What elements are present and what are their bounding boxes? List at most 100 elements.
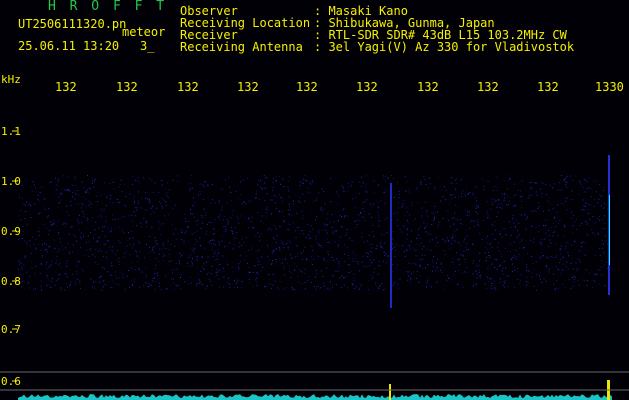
noise-dot bbox=[525, 281, 527, 282]
noise-dot bbox=[385, 175, 387, 177]
noise-dot bbox=[194, 248, 196, 250]
noise-dot bbox=[49, 284, 51, 286]
noise-dot bbox=[63, 226, 65, 228]
noise-dot bbox=[266, 193, 268, 195]
noise-dot bbox=[65, 247, 67, 249]
noise-dot bbox=[291, 288, 293, 290]
noise-dot bbox=[453, 274, 455, 276]
noise-dot bbox=[235, 190, 237, 192]
noise-dot bbox=[101, 289, 103, 291]
noise-dot bbox=[488, 252, 489, 253]
noise-dot bbox=[130, 230, 132, 232]
noise-dot bbox=[95, 241, 97, 243]
noise-dot bbox=[352, 198, 354, 200]
noise-dot bbox=[354, 255, 356, 257]
noise-dot bbox=[213, 233, 215, 235]
noise-dot bbox=[91, 286, 93, 288]
noise-dot bbox=[132, 237, 134, 239]
noise-dot bbox=[398, 207, 400, 209]
y-tick-label: 0.7 bbox=[1, 323, 21, 336]
noise-dot bbox=[602, 247, 603, 249]
noise-dot bbox=[548, 197, 550, 199]
noise-dot bbox=[376, 245, 378, 247]
noise-dot bbox=[256, 282, 257, 284]
noise-dot bbox=[545, 265, 547, 266]
noise-dot bbox=[558, 223, 560, 225]
noise-dot bbox=[323, 285, 325, 287]
noise-dot bbox=[368, 234, 370, 236]
noise-dot bbox=[501, 261, 503, 263]
noise-dot bbox=[132, 176, 133, 178]
noise-dot bbox=[43, 205, 45, 207]
noise-dot bbox=[147, 286, 149, 288]
noise-dot bbox=[504, 261, 506, 262]
noise-dot bbox=[117, 202, 119, 203]
noise-dot bbox=[120, 179, 122, 181]
noise-dot bbox=[361, 232, 363, 234]
noise-dot bbox=[114, 198, 116, 200]
noise-dot bbox=[357, 263, 359, 265]
noise-dot bbox=[100, 250, 102, 252]
noise-dot bbox=[453, 223, 455, 225]
noise-dot bbox=[500, 253, 502, 255]
noise-dot bbox=[437, 211, 439, 213]
noise-dot bbox=[301, 210, 303, 212]
noise-dot bbox=[128, 214, 130, 216]
noise-dot bbox=[91, 203, 93, 205]
noise-dot bbox=[355, 226, 357, 228]
noise-dot bbox=[85, 205, 87, 207]
noise-dot bbox=[545, 266, 547, 267]
time-tick-label: 1330 bbox=[595, 80, 624, 94]
noise-dot bbox=[503, 228, 505, 230]
noise-dot bbox=[179, 228, 181, 230]
noise-dot bbox=[103, 186, 105, 188]
noise-dot bbox=[67, 286, 68, 288]
noise-dot bbox=[294, 289, 296, 291]
noise-dot bbox=[208, 221, 210, 223]
noise-dot bbox=[95, 221, 97, 223]
noise-dot bbox=[565, 184, 567, 186]
noise-dot bbox=[406, 271, 408, 273]
noise-dot bbox=[89, 202, 91, 204]
noise-dot bbox=[65, 283, 67, 284]
noise-dot bbox=[561, 175, 563, 176]
noise-dot bbox=[98, 250, 100, 252]
noise-dot bbox=[326, 267, 328, 269]
noise-dot bbox=[175, 239, 177, 241]
noise-dot bbox=[258, 179, 260, 181]
noise-dot bbox=[411, 201, 413, 203]
noise-dot bbox=[260, 180, 262, 182]
noise-dot bbox=[59, 263, 61, 265]
noise-dot bbox=[386, 255, 388, 257]
noise-dot bbox=[441, 262, 442, 264]
noise-dot bbox=[123, 204, 125, 206]
noise-dot bbox=[548, 255, 550, 257]
noise-dot bbox=[145, 222, 147, 224]
noise-dot bbox=[576, 218, 578, 220]
noise-dot bbox=[288, 248, 290, 250]
noise-dot bbox=[232, 266, 234, 268]
noise-dot bbox=[77, 194, 79, 196]
noise-dot bbox=[170, 260, 172, 262]
noise-dot bbox=[338, 261, 340, 262]
noise-dot bbox=[406, 211, 408, 213]
noise-dot bbox=[48, 215, 50, 217]
noise-dot bbox=[271, 252, 273, 254]
noise-dot bbox=[582, 187, 584, 188]
noise-dot bbox=[310, 281, 312, 283]
noise-dot bbox=[152, 249, 154, 250]
noise-dot bbox=[492, 233, 493, 235]
noise-dot bbox=[544, 225, 546, 227]
noise-dot bbox=[241, 244, 243, 246]
noise-dot bbox=[286, 243, 288, 245]
noise-dot bbox=[137, 260, 139, 262]
noise-dot bbox=[20, 219, 22, 221]
noise-dot bbox=[487, 215, 489, 217]
noise-dot bbox=[487, 235, 488, 237]
noise-dot bbox=[57, 278, 59, 280]
noise-dot bbox=[498, 242, 500, 244]
noise-dot bbox=[44, 249, 46, 251]
noise-dot bbox=[269, 228, 271, 230]
noise-dot bbox=[543, 224, 544, 226]
noise-dot bbox=[552, 235, 554, 237]
